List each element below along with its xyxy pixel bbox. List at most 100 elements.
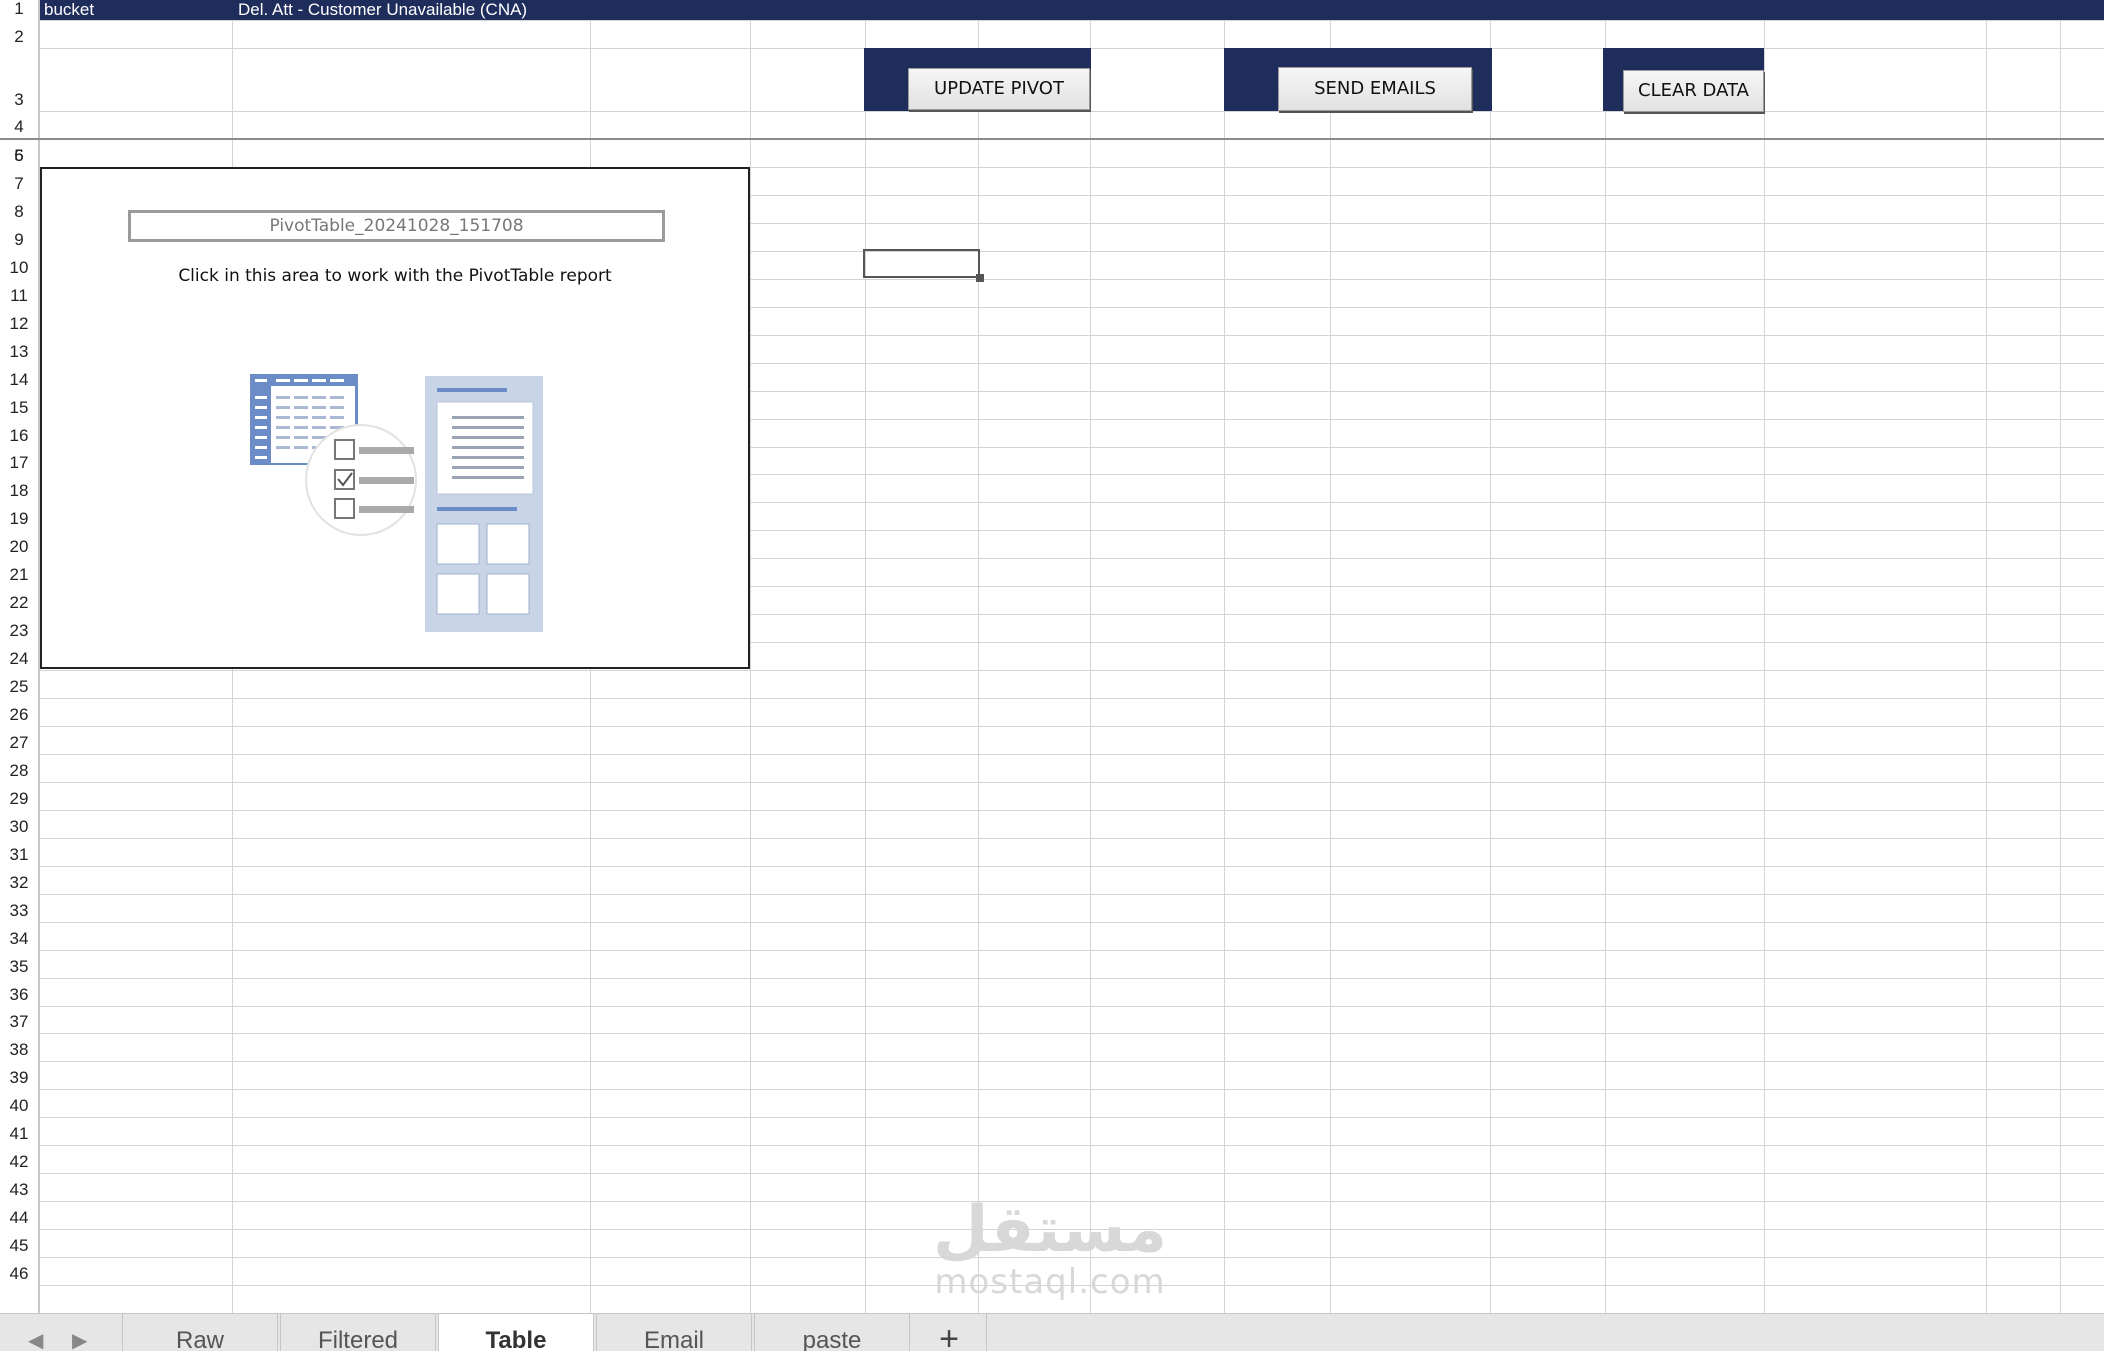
row-gridline bbox=[40, 921, 2104, 923]
row-number[interactable]: 33 bbox=[0, 901, 38, 921]
scroll-tabs-left-icon[interactable]: ◀ bbox=[28, 1328, 43, 1353]
row-gridline bbox=[40, 670, 2104, 672]
add-sheet-button[interactable]: + bbox=[912, 1314, 987, 1358]
row-number[interactable]: 20 bbox=[0, 537, 38, 557]
sheet-tab-email[interactable]: Email bbox=[596, 1314, 752, 1351]
row-gridline bbox=[40, 1033, 2104, 1035]
row-gridline bbox=[40, 781, 2104, 783]
row-number[interactable]: 14 bbox=[0, 370, 38, 390]
row-gridline bbox=[40, 1173, 2104, 1175]
row-number[interactable]: 4 bbox=[0, 117, 38, 137]
row-number[interactable]: 3 bbox=[0, 90, 38, 110]
row-number[interactable]: 8 bbox=[0, 202, 38, 222]
row-number[interactable]: 44 bbox=[0, 1208, 38, 1228]
row-gridline bbox=[40, 865, 2104, 867]
column-gridline bbox=[1605, 0, 1606, 1313]
row-number[interactable]: 31 bbox=[0, 845, 38, 865]
row-number[interactable]: 32 bbox=[0, 873, 38, 893]
row-number[interactable]: 46 bbox=[0, 1264, 38, 1284]
row-gridline bbox=[40, 1089, 2104, 1091]
pivot-table-placeholder[interactable]: PivotTable_20241028_151708 Click in this… bbox=[40, 167, 750, 669]
row-number[interactable]: 17 bbox=[0, 453, 38, 473]
row-number[interactable]: 42 bbox=[0, 1152, 38, 1172]
column-gridline bbox=[865, 0, 866, 1313]
row-number[interactable]: 27 bbox=[0, 733, 38, 753]
row-gridline bbox=[40, 809, 2104, 811]
row-number[interactable]: 12 bbox=[0, 314, 38, 334]
scroll-tabs-right-icon[interactable]: ▶ bbox=[72, 1328, 87, 1353]
header-row[interactable]: bucket Del. Att - Customer Unavailable (… bbox=[40, 0, 2104, 20]
row-number[interactable]: 39 bbox=[0, 1068, 38, 1088]
sheet-tab-raw[interactable]: Raw bbox=[122, 1314, 278, 1351]
row-gridline bbox=[40, 837, 2104, 839]
clear-data-button[interactable]: CLEAR DATA bbox=[1623, 70, 1764, 112]
pivot-table-hint: Click in this area to work with the Pivo… bbox=[178, 266, 612, 286]
row-number[interactable]: 10 bbox=[0, 258, 38, 278]
column-gridline bbox=[1224, 0, 1225, 1313]
column-gridline bbox=[1490, 0, 1491, 1313]
column-gridline bbox=[750, 0, 751, 1313]
row-number[interactable]: 40 bbox=[0, 1096, 38, 1116]
column-gridline bbox=[1090, 0, 1091, 1313]
watermark-logo: مستقل bbox=[932, 1193, 1168, 1267]
row-gridline bbox=[40, 949, 2104, 951]
row-number[interactable]: 28 bbox=[0, 761, 38, 781]
row-number[interactable]: 15 bbox=[0, 398, 38, 418]
update-pivot-button[interactable]: UPDATE PIVOT bbox=[908, 68, 1090, 110]
row-number[interactable]: 36 bbox=[0, 985, 38, 1005]
freeze-pane-divider bbox=[0, 138, 2104, 140]
row-gridline bbox=[40, 753, 2104, 755]
row-number[interactable]: 29 bbox=[0, 789, 38, 809]
row-number[interactable]: 13 bbox=[0, 342, 38, 362]
row-number[interactable]: 45 bbox=[0, 1236, 38, 1256]
row-number[interactable]: 22 bbox=[0, 593, 38, 613]
row-number[interactable]: 23 bbox=[0, 621, 38, 641]
row-number[interactable]: 16 bbox=[0, 426, 38, 446]
row-gridline bbox=[40, 1117, 2104, 1119]
row-number[interactable]: 9 bbox=[0, 230, 38, 250]
row-gridline bbox=[40, 726, 2104, 727]
column-gridline bbox=[1330, 0, 1331, 1313]
row-number[interactable]: 1 bbox=[0, 0, 38, 19]
pivot-table-illustration-icon bbox=[250, 374, 543, 632]
row-gridline bbox=[40, 893, 2104, 895]
spreadsheet-grid[interactable]: 1 2 3 4 5 6 7 8 9 10 11 12 13 14 15 16 17 18 19 20 21 22 23 24 2… bbox=[0, 0, 2104, 1313]
row-number[interactable]: 7 bbox=[0, 174, 38, 194]
column-gridline bbox=[2060, 0, 2061, 1313]
column-gridline bbox=[1986, 0, 1987, 1313]
row-gridline bbox=[40, 1005, 2104, 1007]
row-number[interactable]: 11 bbox=[0, 286, 38, 306]
cell-b1[interactable]: Del. Att - Customer Unavailable (CNA) bbox=[238, 0, 527, 20]
row-number[interactable]: 41 bbox=[0, 1124, 38, 1144]
row-number[interactable]: 37 bbox=[0, 1012, 38, 1032]
row-number[interactable]: 19 bbox=[0, 509, 38, 529]
row-gridline bbox=[40, 111, 2104, 112]
row-number[interactable]: 38 bbox=[0, 1040, 38, 1060]
row-number[interactable]: 6 bbox=[0, 146, 38, 166]
row-number[interactable]: 24 bbox=[0, 649, 38, 669]
column-gridline bbox=[1764, 0, 1765, 1313]
row-gridline bbox=[40, 1061, 2104, 1063]
row-number[interactable]: 26 bbox=[0, 705, 38, 725]
row-number[interactable]: 21 bbox=[0, 565, 38, 585]
sheet-tab-table[interactable]: Table bbox=[438, 1314, 594, 1351]
cell-a1[interactable]: bucket bbox=[44, 0, 94, 20]
row-number[interactable]: 18 bbox=[0, 481, 38, 501]
row-gridline bbox=[40, 1145, 2104, 1147]
row-number[interactable]: 34 bbox=[0, 929, 38, 949]
send-emails-button[interactable]: SEND EMAILS bbox=[1278, 67, 1472, 111]
watermark-url: mostaql.com bbox=[934, 1262, 1166, 1302]
fill-handle[interactable] bbox=[976, 274, 984, 282]
row-gridline bbox=[40, 698, 2104, 700]
sheet-tab-bar: ◀ ▶ Raw Filtered Table Email paste + bbox=[0, 1313, 2104, 1358]
row-number[interactable]: 43 bbox=[0, 1180, 38, 1200]
sheet-tab-filtered[interactable]: Filtered bbox=[280, 1314, 436, 1351]
row-number[interactable]: 2 bbox=[0, 27, 38, 47]
sheet-tab-paste[interactable]: paste bbox=[754, 1314, 910, 1351]
row-number[interactable]: 30 bbox=[0, 817, 38, 837]
watermark: مستقل mostaql.com bbox=[920, 1195, 1180, 1299]
row-number[interactable]: 25 bbox=[0, 677, 38, 697]
row-number[interactable]: 35 bbox=[0, 957, 38, 977]
active-cell-selection[interactable] bbox=[863, 249, 980, 278]
row-gridline bbox=[40, 20, 2104, 21]
